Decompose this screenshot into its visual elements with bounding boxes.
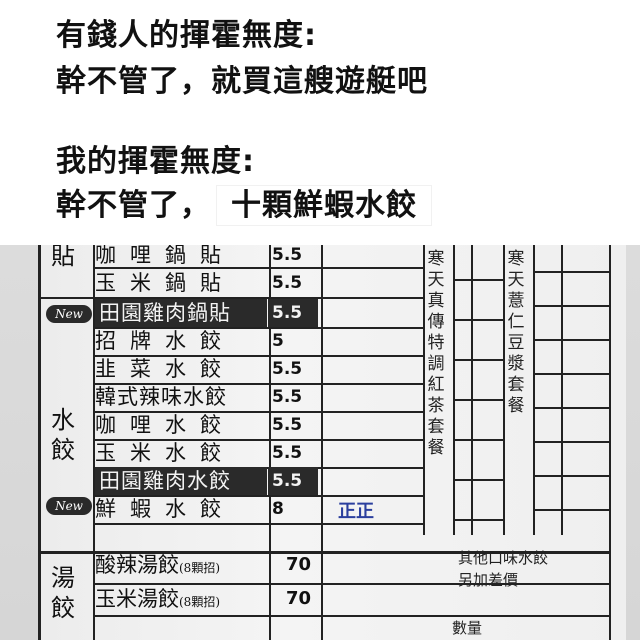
menu-price: 8 — [272, 499, 284, 519]
caption-line-4-prefix: 幹不管了， — [56, 188, 211, 223]
set-menu-1: 寒天真傳特調紅茶套餐 — [427, 249, 445, 458]
grid-line — [93, 523, 423, 525]
grid-line — [453, 479, 503, 481]
grid-line — [533, 245, 535, 535]
grid-line — [533, 509, 609, 511]
menu-item-highlighted: 田園雞肉水餃 — [95, 467, 267, 495]
grid-line — [41, 297, 93, 299]
other-flavor-line-2: 另加差價 — [458, 571, 519, 589]
soup-price: 70 — [286, 554, 312, 575]
set-menu-2: 寒天薏仁豆漿套餐 — [507, 249, 525, 416]
grid-line — [453, 519, 503, 521]
grid-line — [453, 359, 503, 361]
menu-photo: 貼 水餃 湯餃 咖哩鍋貼 5.5 玉米鍋貼 5.5 New 田園雞肉鍋貼 5.5… — [0, 245, 640, 640]
category-dumplings: 水餃 — [51, 406, 75, 464]
soup-price: 70 — [286, 588, 312, 609]
quantity-label: 數量 — [452, 619, 483, 637]
caption-line-2: 幹不管了，就買這艘遊艇吧 — [56, 64, 428, 99]
soup-note: (8顆招) — [179, 595, 220, 609]
grid-line — [533, 373, 609, 375]
grid-line — [533, 271, 609, 273]
soup-item: 玉米湯餃(8顆招) — [95, 585, 220, 613]
grid-line — [453, 245, 455, 535]
soup-item: 酸辣湯餃(8顆招) — [95, 551, 220, 579]
grid-line — [471, 245, 473, 535]
menu-price: 5.5 — [272, 245, 303, 265]
menu-price: 5.5 — [272, 415, 303, 435]
menu-price: 5.5 — [268, 299, 318, 327]
grid-line — [453, 319, 503, 321]
grid-line — [533, 305, 609, 307]
grid-line — [321, 245, 323, 640]
grid-line — [609, 245, 611, 640]
grid-line — [561, 245, 563, 535]
handwritten-tally: 正正 — [338, 501, 374, 522]
other-flavor-line-1: 其他口味水餃 — [458, 549, 549, 567]
meme-caption: 有錢人的揮霍無度: 幹不管了，就買這艘遊艇吧 我的揮霍無度: 幹不管了， 十顆鮮蝦… — [0, 0, 640, 245]
caption-line-4: 幹不管了， 十顆鮮蝦水餃 — [56, 180, 431, 225]
menu-price: 5.5 — [272, 359, 303, 379]
grid-line — [453, 439, 503, 441]
menu-price: 5.5 — [268, 467, 318, 495]
menu-price: 5.5 — [272, 443, 303, 463]
grid-line — [453, 399, 503, 401]
grid-line — [533, 475, 609, 477]
category-potstickers: 貼 — [51, 245, 75, 270]
soup-name: 玉米湯餃 — [95, 587, 179, 611]
menu-price: 5.5 — [272, 273, 303, 293]
new-badge: New — [46, 305, 92, 323]
caption-line-1: 有錢人的揮霍無度: — [56, 18, 317, 53]
caption-highlight: 十顆鮮蝦水餃 — [217, 186, 431, 225]
caption-line-3: 我的揮霍無度: — [56, 144, 255, 179]
menu-item-highlighted: 田園雞肉鍋貼 — [95, 299, 267, 327]
grid-line — [453, 279, 503, 281]
category-soup-dumplings: 湯餃 — [51, 564, 75, 622]
other-flavor-note: 其他口味水餃 另加差價 — [458, 547, 598, 591]
grid-line — [533, 339, 609, 341]
grid-line — [533, 441, 609, 443]
new-badge: New — [46, 497, 92, 515]
grid-line — [533, 407, 609, 409]
menu-price: 5 — [272, 331, 284, 351]
soup-note: (8顆招) — [179, 561, 220, 575]
soup-name: 酸辣湯餃 — [95, 553, 179, 577]
menu-price: 5.5 — [272, 387, 303, 407]
